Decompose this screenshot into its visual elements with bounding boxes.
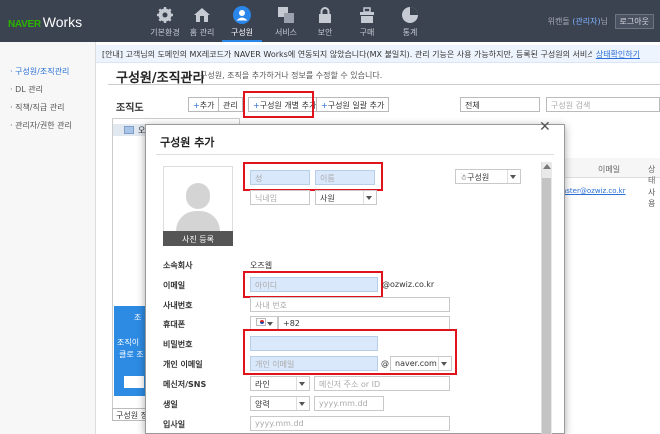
admin-label: (관리자) [572,17,601,26]
notice-text: [안내] 고객님의 도메인의 MX레코드가 NAVER Works에 연동되지 … [102,50,630,59]
gear-icon [157,7,173,23]
nav-label: 기본환경 [150,28,180,37]
phone-label: 휴대폰 [163,320,186,329]
rank-select[interactable]: 사원 [315,190,377,205]
user-info: 위캔돌 (관리자)님 로그아웃 [548,14,654,29]
page-description: 구성원, 조직을 추가하거나 정보를 수정할 수 있습니다. [200,71,383,80]
highlight-email [243,271,383,298]
personal-email-label: 개인 이메일 [163,360,203,369]
sidebar-item-position[interactable]: · 직책/직급 관리 [10,102,64,113]
mx-notice-bar: [안내] 고객님의 도메인의 MX레코드가 NAVER Works에 연동되지 … [96,45,660,63]
email-domain: @ozwiz.co.kr [382,280,435,289]
modal-divider [156,154,554,155]
scrollbar-thumb[interactable] [542,178,551,434]
employee-no-label: 사내번호 [163,301,193,310]
nav-services[interactable]: 서비스 [266,0,306,42]
home-icon [194,8,210,22]
nav-label: 보안 [317,28,333,37]
nav-label: 구매 [359,28,375,37]
org-chart-title: 조직도 [116,103,144,114]
cart-icon [360,7,374,23]
user-name: 위캔돌 [547,17,570,26]
at-sign: @ [381,359,389,368]
nav-label: 구성원 [230,28,254,37]
member-search-input[interactable]: 구성원 검색 [546,97,660,112]
nav-purchase[interactable]: 구매 [347,0,387,42]
photo-upload-button[interactable]: 사진 등록 [163,231,233,246]
nav-label: 통계 [402,28,418,37]
grid-col-email: 이메일 [598,165,621,174]
logout-button[interactable]: 로그아웃 [614,14,654,29]
sidebar-item-dl[interactable]: · DL 관리 [10,84,43,95]
messenger-input[interactable]: 메신저 주소 or ID [314,376,450,391]
nav-home-management[interactable]: 홈 관리 [182,0,222,42]
nav-security[interactable]: 보안 [305,0,345,42]
grid-row-email[interactable]: aster@ozwiz.co.kr [562,187,626,195]
highlight-add-single [243,91,314,118]
company-value: 오즈웹 [250,261,273,270]
piechart-icon [402,7,418,23]
logo-naver: NAVER [8,19,41,30]
birthday-input[interactable]: yyyy.mm.dd [314,396,384,411]
user-suffix: 님 [600,17,608,26]
join-date-label: 입사일 [163,420,186,429]
nickname-input[interactable]: 닉네임 [250,190,310,205]
nav-basic-settings[interactable]: 기본환경 [145,0,185,42]
sidebar [0,42,96,434]
status-check-link[interactable]: 상태확인하기 [591,49,640,60]
person-icon [233,6,251,24]
logo-works: Works [42,14,83,30]
scroll-up-arrow-icon[interactable] [543,164,551,169]
messenger-label: 메신저/SNS [163,380,207,389]
sidebar-item-members-org[interactable]: · 구성원/조직관리 [10,66,69,77]
messenger-select[interactable]: 라인 [250,376,310,391]
nav-statistics[interactable]: 통계 [390,0,430,42]
guide-title: 조 [134,313,142,322]
guide-line1: 조직이 [117,338,140,347]
guide-button[interactable] [124,376,144,388]
nav-label: 서비스 [274,28,298,37]
folder-icon [124,126,134,134]
add-member-bulk-button[interactable]: +구성원 일괄 추가 [316,97,390,112]
highlight-name [243,162,383,191]
lock-icon [319,7,331,23]
birthday-label: 생일 [163,400,178,409]
grid-row-status: 사용 [648,188,656,208]
squares-icon [278,7,294,23]
email-label: 이메일 [163,281,186,290]
sidebar-item-admin[interactable]: · 관리자/권한 관리 [10,120,72,131]
manage-org-button[interactable]: 관리 [218,97,243,112]
nav-members[interactable]: 구성원 [222,0,262,42]
close-icon[interactable]: ✕ [539,119,551,135]
nav-label: 홈 관리 [189,28,215,37]
member-filter-select[interactable]: 전체 [460,97,540,112]
add-org-button[interactable]: +추가 [188,97,220,112]
guide-line2: 클로 조 [119,350,144,359]
grid-col-status: 상태 [648,165,656,185]
email-domain-select[interactable]: naver.com [390,356,452,371]
naver-works-logo[interactable]: NAVER Works [8,14,82,30]
modal-title: 구성원 추가 [160,136,215,149]
company-label: 소속회사 [163,261,193,270]
password-label: 비밀번호 [163,340,193,349]
calendar-type-select[interactable]: 양력 [250,396,310,411]
avatar-placeholder-icon [186,183,210,209]
title-divider [108,84,660,85]
personal-email-input[interactable]: 개인 이메일 [250,356,378,371]
join-date-input[interactable]: yyyy.mm.dd [250,416,450,431]
korea-flag-icon [256,318,266,326]
employee-no-input[interactable]: 사내 번호 [250,297,450,312]
member-type-select[interactable]: ☃구성원 [455,169,521,184]
